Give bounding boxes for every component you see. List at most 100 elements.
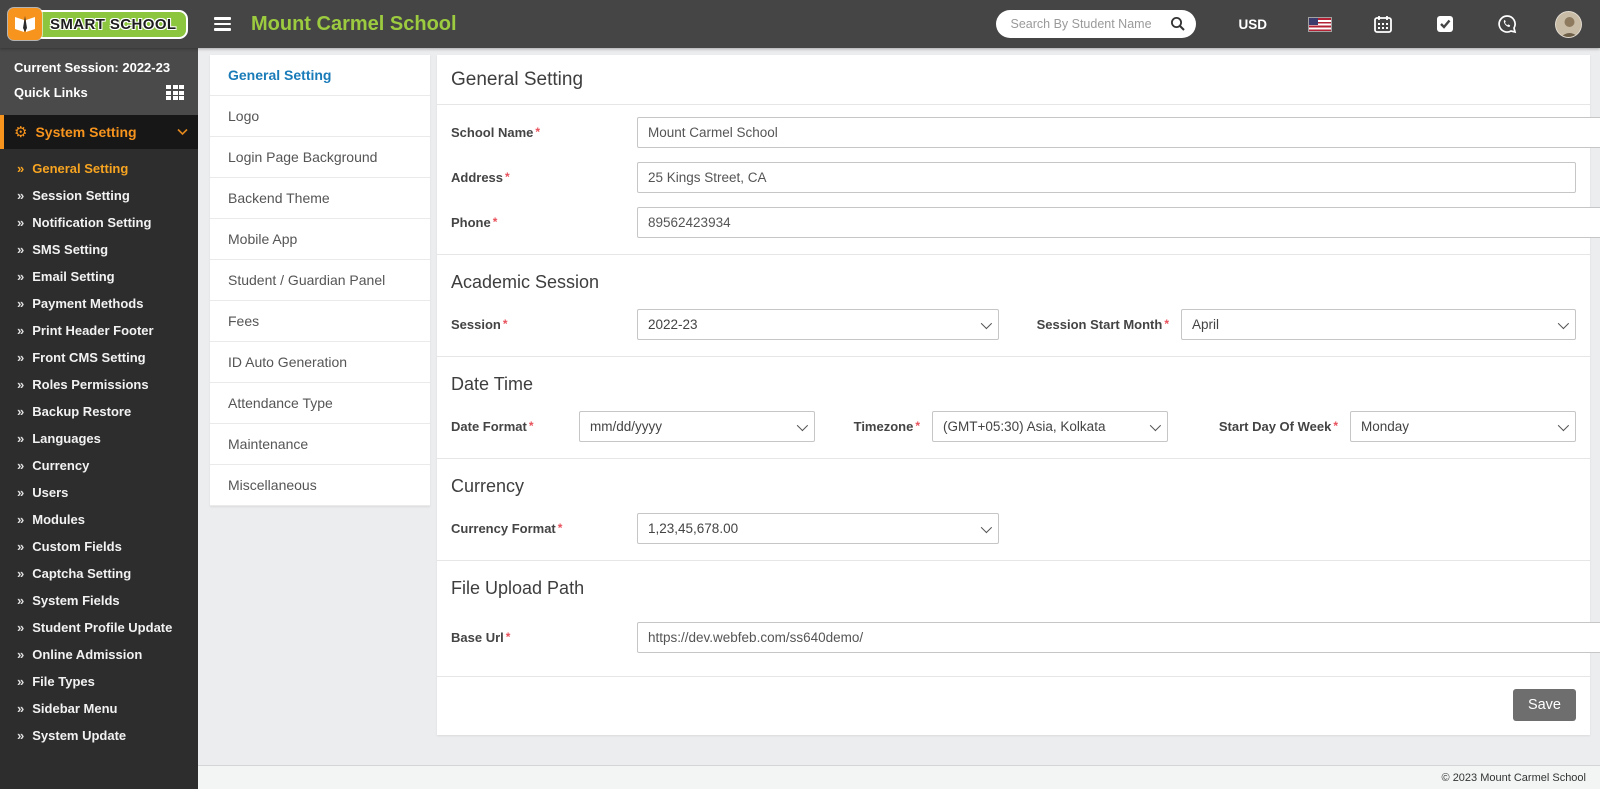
- double-chevron-icon: »: [17, 728, 25, 743]
- copyright-text: © 2023 Mount Carmel School: [1441, 771, 1586, 784]
- base-url-input[interactable]: [637, 622, 1600, 653]
- submenu-item-miscellaneous[interactable]: Miscellaneous: [210, 465, 430, 506]
- sidebar-item-roles-permissions[interactable]: » Roles Permissions: [0, 371, 198, 398]
- date-format-select[interactable]: mm/dd/yyyy: [579, 411, 815, 442]
- sidebar-item-sms-setting[interactable]: » SMS Setting: [0, 236, 198, 263]
- session-select-wrap: 2022-23: [637, 309, 999, 340]
- header-actions: USD: [996, 10, 1600, 38]
- session-start-month-select[interactable]: April: [1181, 309, 1576, 340]
- settings-submenu: General Setting Logo Login Page Backgrou…: [210, 55, 430, 506]
- panel-title: General Setting: [451, 69, 584, 90]
- brand-logo[interactable]: SMART SCHOOL: [0, 8, 198, 40]
- sidebar-item-system-fields[interactable]: » System Fields: [0, 587, 198, 614]
- double-chevron-icon: »: [17, 215, 25, 230]
- section-date-time: Date Time: [451, 374, 534, 394]
- currency-format-label: Currency Format *: [451, 521, 563, 536]
- session-start-month-select-wrap: April: [1181, 309, 1576, 340]
- sidebar-item-users[interactable]: » Users: [0, 479, 198, 506]
- sidebar-item-front-cms-setting[interactable]: » Front CMS Setting: [0, 344, 198, 371]
- sidebar-item-online-admission[interactable]: » Online Admission: [0, 641, 198, 668]
- sidebar-item-custom-fields[interactable]: » Custom Fields: [0, 533, 198, 560]
- timezone-select-wrap: (GMT+05:30) Asia, Kolkata: [932, 411, 1168, 442]
- whatsapp-icon[interactable]: [1497, 14, 1517, 34]
- sidebar-item-system-update[interactable]: » System Update: [0, 722, 198, 749]
- sidebar-item-captcha-setting[interactable]: » Captcha Setting: [0, 560, 198, 587]
- base-url-label: Base Url *: [451, 630, 511, 645]
- sidebar-item-session-setting[interactable]: » Session Setting: [0, 182, 198, 209]
- search-input[interactable]: [1010, 17, 1171, 31]
- submenu-item-logo[interactable]: Logo: [210, 96, 430, 137]
- hamburger-menu-icon[interactable]: [214, 17, 231, 31]
- double-chevron-icon: »: [17, 701, 25, 716]
- current-session-label: Current Session: 2022-23: [14, 60, 171, 75]
- save-button[interactable]: Save: [1512, 689, 1576, 721]
- sidebar-item-currency[interactable]: » Currency: [0, 452, 198, 479]
- sidebar-item-backup-restore[interactable]: » Backup Restore: [0, 398, 198, 425]
- sidebar-item-general-setting[interactable]: » General Setting: [0, 155, 198, 182]
- sidebar-item-student-profile-update[interactable]: » Student Profile Update: [0, 614, 198, 641]
- double-chevron-icon: »: [17, 377, 25, 392]
- sidebar-item-notification-setting[interactable]: » Notification Setting: [0, 209, 198, 236]
- school-name-input[interactable]: [637, 117, 1600, 148]
- start-day-of-week-label: Start Day Of Week *: [1218, 419, 1338, 434]
- user-avatar[interactable]: [1555, 10, 1582, 38]
- submenu-item-maintenance[interactable]: Maintenance: [210, 424, 430, 465]
- book-pen-logo-icon: [8, 8, 42, 40]
- sidebar-section-label: System Setting: [35, 124, 137, 140]
- top-header: SMART SCHOOL Mount Carmel School USD: [0, 0, 1600, 48]
- phone-label: Phone *: [451, 215, 498, 230]
- date-format-select-wrap: mm/dd/yyyy: [579, 411, 815, 442]
- gears-icon: ⚙: [14, 123, 28, 141]
- quick-links[interactable]: Quick Links: [14, 78, 184, 105]
- submenu-item-backend-theme[interactable]: Backend Theme: [210, 178, 430, 219]
- double-chevron-icon: »: [17, 674, 25, 689]
- page-title: Mount Carmel School: [251, 12, 457, 35]
- double-chevron-icon: »: [17, 620, 25, 635]
- section-academic-session: Academic Session: [451, 272, 600, 292]
- sidebar-item-email-setting[interactable]: » Email Setting: [0, 263, 198, 290]
- submenu-item-login-page-background[interactable]: Login Page Background: [210, 137, 430, 178]
- sidebar-item-sidebar-menu[interactable]: » Sidebar Menu: [0, 695, 198, 722]
- double-chevron-icon: »: [17, 323, 25, 338]
- footer: © 2023 Mount Carmel School: [198, 765, 1600, 789]
- currency-format-select-wrap: 1,23,45,678.00: [637, 513, 999, 544]
- section-file-upload-path: File Upload Path: [451, 578, 585, 598]
- double-chevron-icon: »: [17, 350, 25, 365]
- language-flag-icon[interactable]: [1309, 17, 1331, 31]
- currency-selector[interactable]: USD: [1238, 17, 1267, 32]
- double-chevron-icon: »: [17, 404, 25, 419]
- double-chevron-icon: »: [17, 485, 25, 500]
- student-search[interactable]: [996, 10, 1197, 38]
- submenu-item-student-guardian-panel[interactable]: Student / Guardian Panel: [210, 260, 430, 301]
- submenu-item-mobile-app[interactable]: Mobile App: [210, 219, 430, 260]
- search-icon[interactable]: [1170, 16, 1186, 32]
- sidebar-item-file-types[interactable]: » File Types: [0, 668, 198, 695]
- submenu-item-general-setting[interactable]: General Setting: [210, 55, 430, 96]
- phone-input[interactable]: [637, 207, 1600, 238]
- submenu-item-attendance-type[interactable]: Attendance Type: [210, 383, 430, 424]
- sidebar-menu: » General Setting » Session Setting » Notif…: [0, 149, 198, 755]
- double-chevron-icon: »: [17, 188, 25, 203]
- submenu-item-id-auto-generation[interactable]: ID Auto Generation: [210, 342, 430, 383]
- currency-format-select[interactable]: 1,23,45,678.00: [637, 513, 999, 544]
- timezone-select[interactable]: (GMT+05:30) Asia, Kolkata: [932, 411, 1168, 442]
- address-label: Address *: [451, 170, 510, 185]
- double-chevron-icon: »: [17, 269, 25, 284]
- address-input[interactable]: [637, 162, 1576, 193]
- session-select[interactable]: 2022-23: [637, 309, 999, 340]
- submenu-item-fees[interactable]: Fees: [210, 301, 430, 342]
- calendar-icon[interactable]: [1373, 14, 1393, 34]
- sidebar-item-print-header-footer[interactable]: » Print Header Footer: [0, 317, 198, 344]
- sidebar-item-modules[interactable]: » Modules: [0, 506, 198, 533]
- session-start-month-label: Session Start Month *: [1036, 317, 1169, 332]
- todo-check-icon[interactable]: [1435, 14, 1455, 34]
- double-chevron-icon: »: [17, 458, 25, 473]
- sidebar-item-languages[interactable]: » Languages: [0, 425, 198, 452]
- start-day-of-week-select[interactable]: Monday: [1350, 411, 1576, 442]
- sidebar-item-payment-methods[interactable]: » Payment Methods: [0, 290, 198, 317]
- sidebar-section-system-setting[interactable]: ⚙ System Setting: [0, 115, 198, 149]
- section-currency: Currency: [451, 476, 525, 496]
- double-chevron-icon: »: [17, 512, 25, 527]
- start-day-of-week-select-wrap: Monday: [1350, 411, 1576, 442]
- double-chevron-icon: »: [17, 242, 25, 257]
